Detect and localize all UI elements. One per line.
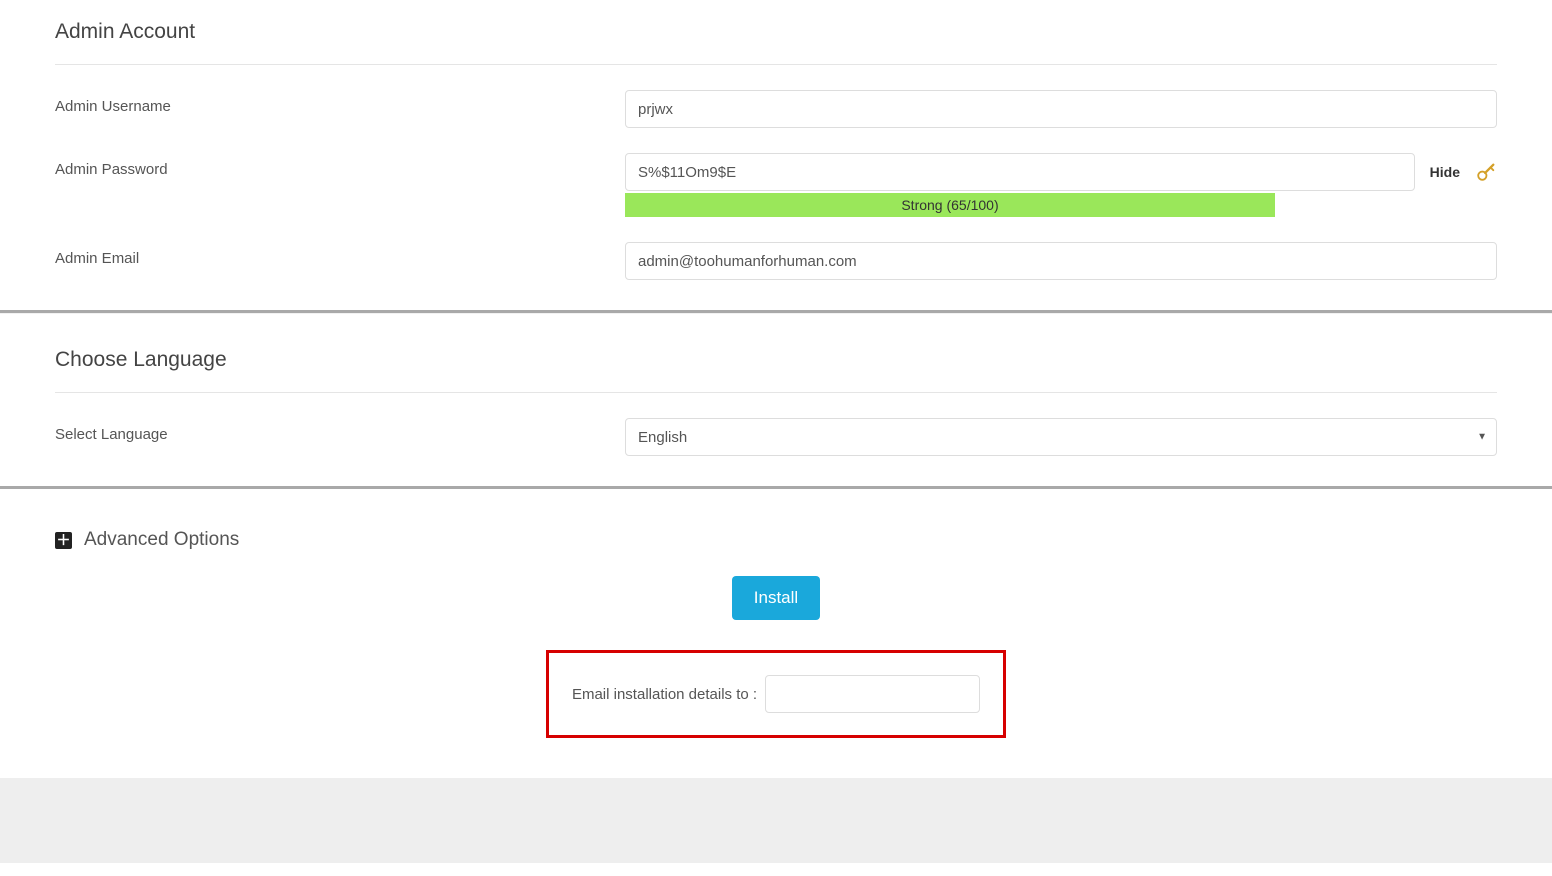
plus-icon[interactable]: ＋ (55, 532, 72, 549)
section-divider (0, 486, 1552, 489)
admin-password-input[interactable] (625, 153, 1415, 191)
admin-password-label: Admin Password (55, 153, 625, 178)
admin-username-input[interactable] (625, 90, 1497, 128)
email-install-input[interactable] (765, 675, 980, 713)
email-install-highlight-box: Email installation details to : (546, 650, 1006, 738)
choose-language-title: Choose Language (55, 323, 1497, 393)
admin-email-label: Admin Email (55, 242, 625, 267)
admin-email-input[interactable] (625, 242, 1497, 280)
key-icon[interactable] (1475, 161, 1497, 183)
password-strength-bar: Strong (65/100) (625, 193, 1275, 217)
admin-username-label: Admin Username (55, 90, 625, 115)
admin-account-title: Admin Account (55, 10, 1497, 65)
advanced-options-label[interactable]: Advanced Options (84, 529, 239, 551)
hide-password-link[interactable]: Hide (1430, 164, 1460, 180)
install-button[interactable]: Install (732, 576, 820, 620)
language-select[interactable]: English (625, 418, 1497, 456)
email-install-label: Email installation details to : (572, 686, 757, 703)
select-language-label: Select Language (55, 418, 625, 443)
footer-bar (0, 778, 1552, 863)
